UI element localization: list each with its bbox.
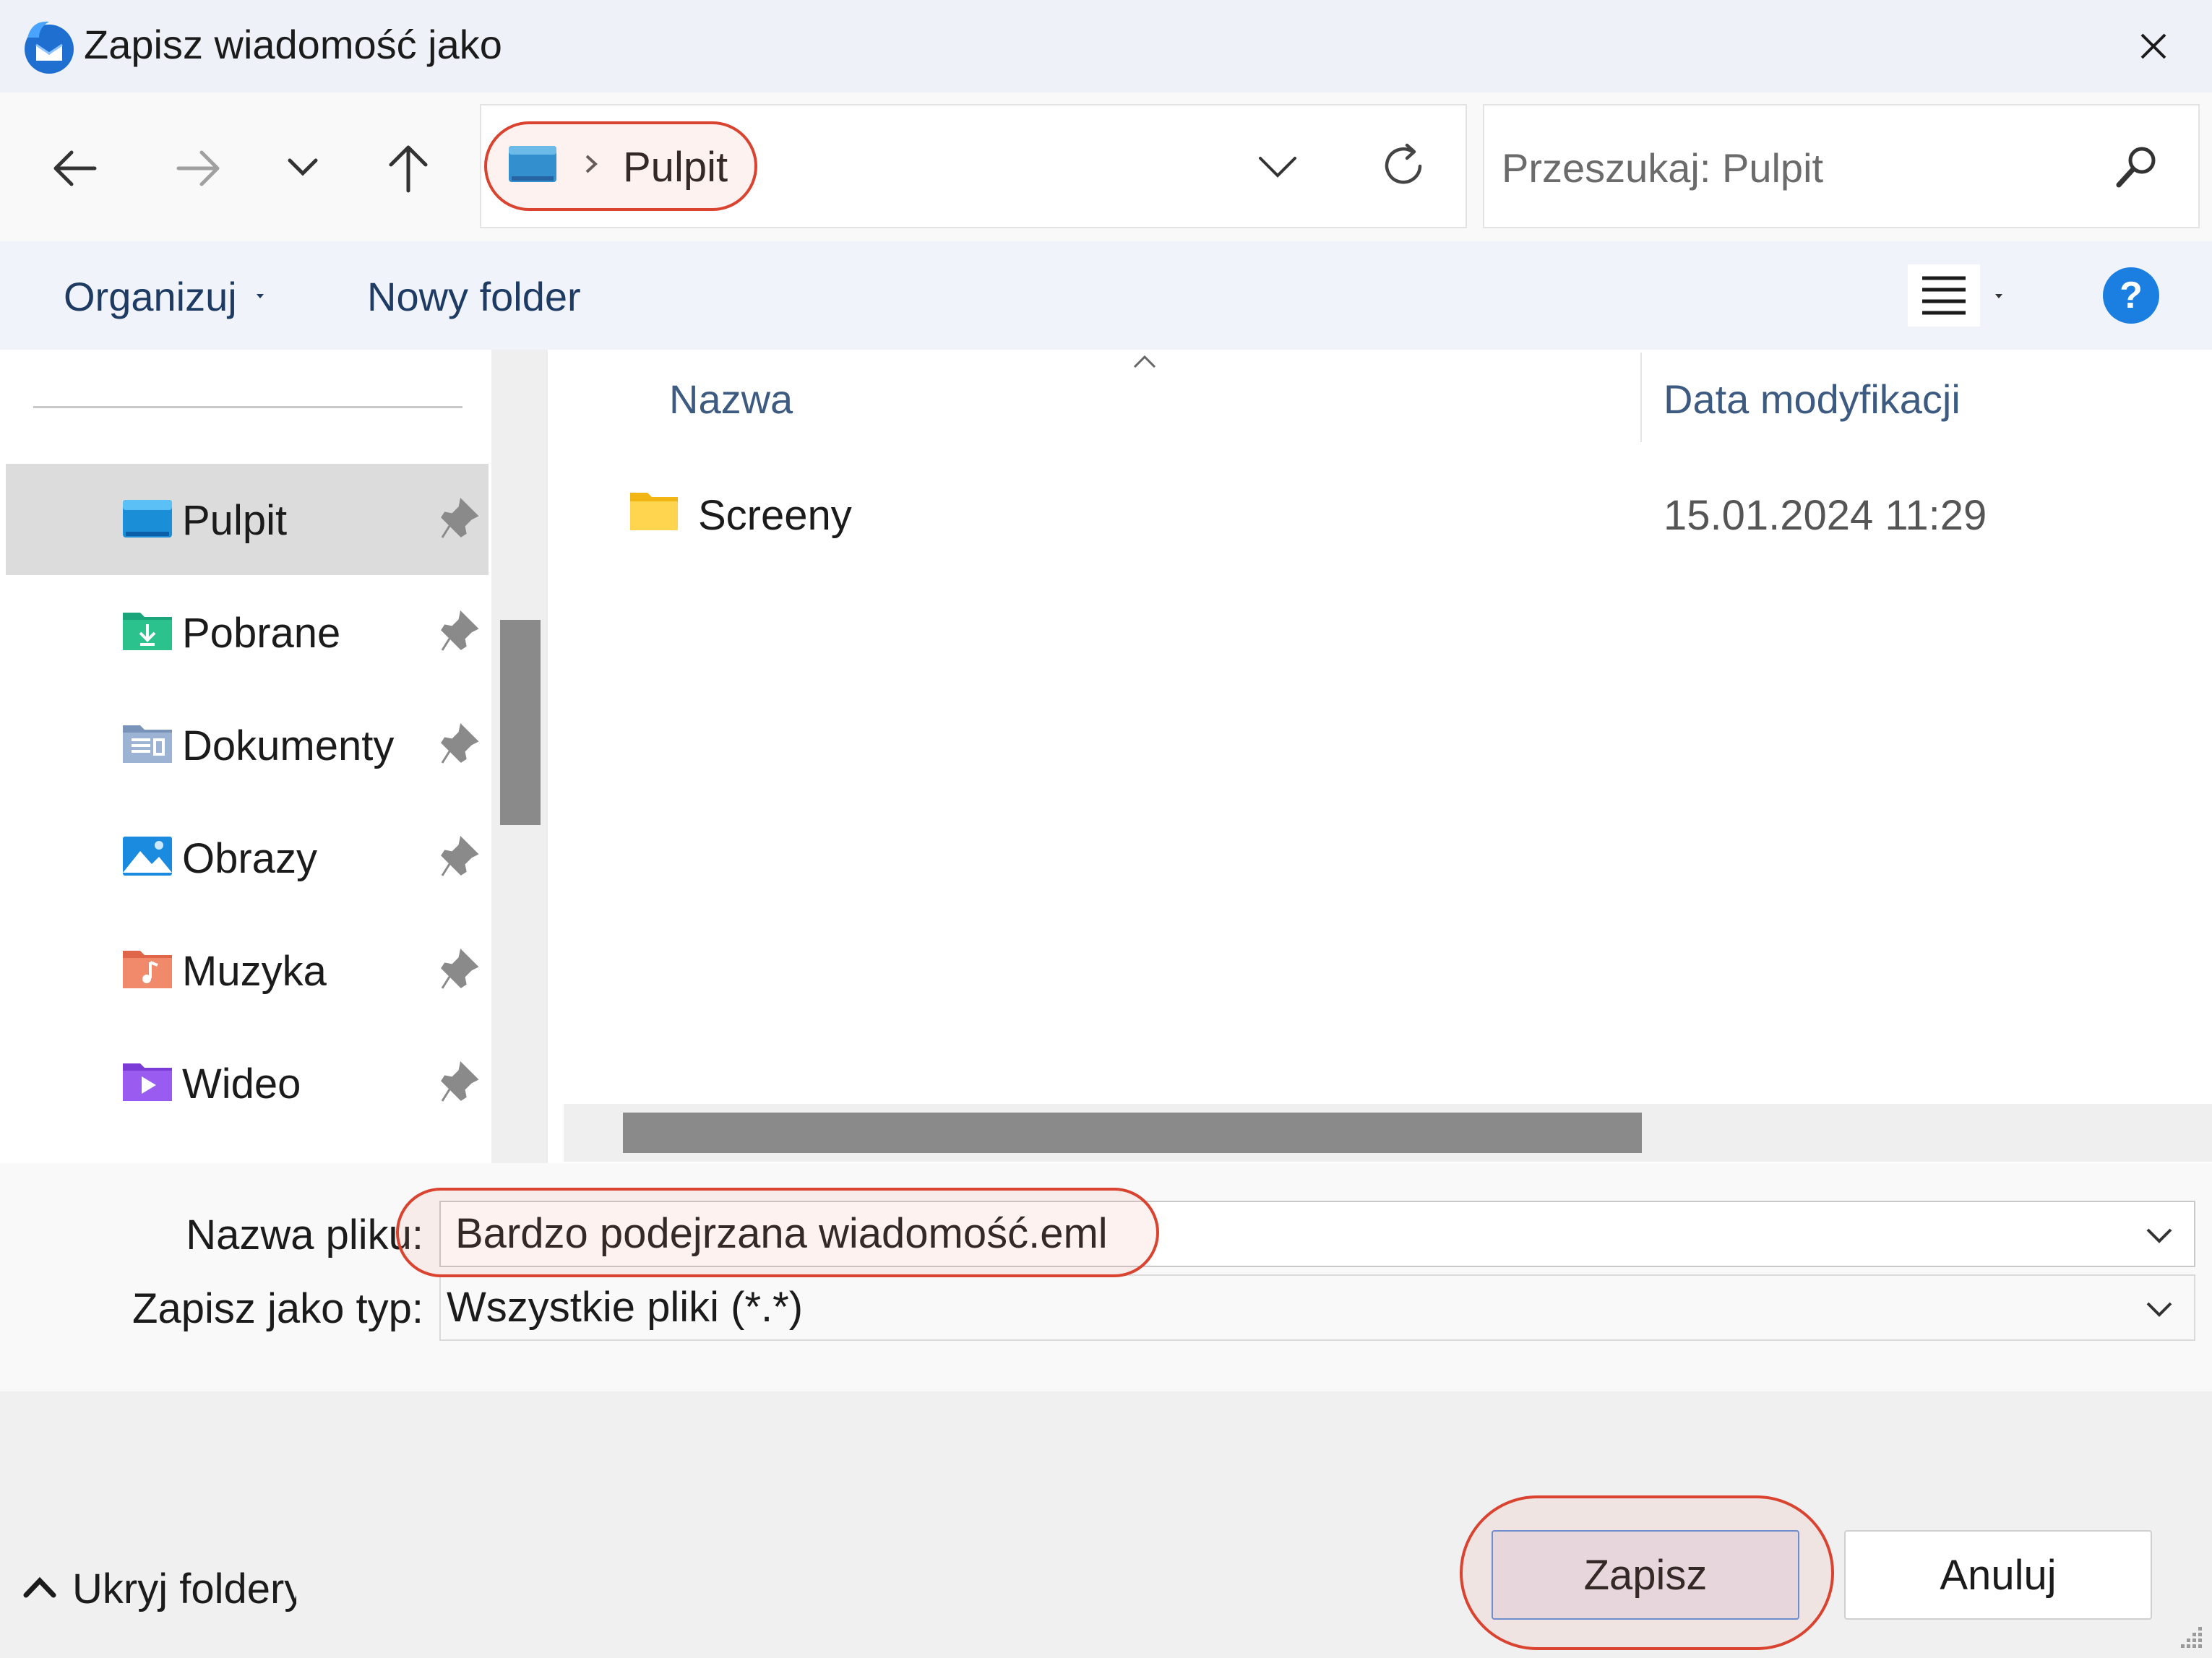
hide-folders-button[interactable]: Ukryj foldery bbox=[72, 1562, 296, 1617]
pin-icon[interactable] bbox=[439, 948, 480, 991]
chevron-down-icon bbox=[288, 158, 318, 176]
close-button[interactable] bbox=[2117, 14, 2190, 78]
resize-grip-icon[interactable] bbox=[2177, 1623, 2205, 1651]
refresh-button[interactable] bbox=[1373, 136, 1434, 197]
sidebar-item-obrazy[interactable]: Obrazy bbox=[6, 802, 489, 913]
filelist-hscrollbar-thumb[interactable] bbox=[623, 1113, 1642, 1153]
filename-value[interactable]: Bardzo podejrzana wiadomość.eml bbox=[455, 1209, 1108, 1258]
new-folder-button[interactable]: Nowy folder bbox=[367, 273, 581, 321]
breadcrumb-separator-icon bbox=[582, 153, 600, 175]
view-caret-icon[interactable] bbox=[1993, 290, 2005, 302]
caret-down-icon bbox=[254, 290, 266, 302]
arrow-left-icon bbox=[53, 150, 97, 186]
downloads-icon bbox=[121, 607, 173, 653]
nav-divider bbox=[33, 406, 462, 408]
chevron-down-icon[interactable] bbox=[2142, 1218, 2177, 1253]
sidebar-item-label: Pulpit bbox=[182, 497, 288, 544]
up-button[interactable] bbox=[377, 137, 439, 199]
sidebar-scrollbar-thumb[interactable] bbox=[500, 620, 541, 825]
sidebar-item-label: Wideo bbox=[182, 1061, 301, 1108]
filename-input[interactable]: Bardzo podejrzana wiadomość.eml bbox=[439, 1201, 2195, 1267]
sidebar-item-muzyka[interactable]: Muzyka bbox=[6, 915, 489, 1026]
pin-icon[interactable] bbox=[439, 835, 480, 878]
video-icon bbox=[121, 1058, 173, 1104]
column-separator[interactable] bbox=[1640, 353, 1642, 442]
arrow-up-icon bbox=[389, 145, 428, 193]
forward-button[interactable] bbox=[166, 137, 231, 199]
address-history-button[interactable] bbox=[1249, 142, 1307, 192]
chevron-down-icon bbox=[1259, 157, 1296, 178]
back-button[interactable] bbox=[42, 137, 107, 199]
desktop-icon bbox=[507, 144, 558, 185]
filetype-label: Zapisz jako typ: bbox=[132, 1285, 423, 1332]
command-bar bbox=[0, 241, 2212, 350]
search-placeholder: Przeszukaj: Pulpit bbox=[1502, 145, 1824, 191]
file-date: 15.01.2024 11:29 bbox=[1664, 492, 1987, 539]
sidebar-item-wideo[interactable]: Wideo bbox=[6, 1027, 489, 1139]
arrow-right-icon bbox=[176, 150, 220, 186]
pin-icon[interactable] bbox=[439, 497, 480, 540]
svg-text:?: ? bbox=[2120, 275, 2143, 316]
sidebar-item-dokumenty[interactable]: Dokumenty bbox=[6, 689, 489, 800]
sidebar-item-label: Muzyka bbox=[182, 948, 327, 995]
pane-splitter[interactable] bbox=[546, 350, 559, 1163]
sidebar-item-label: Dokumenty bbox=[182, 722, 395, 769]
refresh-icon bbox=[1385, 143, 1422, 184]
sidebar-item-pulpit[interactable]: Pulpit bbox=[6, 464, 489, 575]
save-button[interactable]: Zapisz bbox=[1492, 1530, 1799, 1620]
column-header-date[interactable]: Data modyfikacji bbox=[1664, 376, 1961, 423]
filename-label: Nazwa pliku: bbox=[186, 1212, 423, 1258]
pin-icon[interactable] bbox=[439, 722, 480, 766]
search-icon[interactable] bbox=[2112, 142, 2162, 192]
filetype-value[interactable]: Wszystkie pliki (*.*) bbox=[447, 1283, 803, 1332]
music-icon bbox=[121, 945, 173, 991]
filetype-select[interactable]: Wszystkie pliki (*.*) bbox=[439, 1274, 2195, 1341]
cancel-button[interactable]: Anuluj bbox=[1844, 1530, 2152, 1620]
sidebar-item-pobrane[interactable]: Pobrane bbox=[6, 577, 489, 688]
window-title: Zapisz wiadomość jako bbox=[84, 22, 502, 67]
view-options-button[interactable] bbox=[1908, 264, 1980, 327]
chevron-up-icon[interactable] bbox=[22, 1572, 58, 1601]
pictures-icon bbox=[121, 832, 173, 878]
pin-icon[interactable] bbox=[439, 610, 480, 653]
file-name[interactable]: Screeny bbox=[698, 491, 852, 540]
chevron-down-icon[interactable] bbox=[2142, 1292, 2177, 1326]
folder-icon bbox=[629, 488, 679, 533]
help-icon[interactable]: ? bbox=[2101, 266, 2161, 325]
pin-icon[interactable] bbox=[439, 1061, 480, 1104]
thunderbird-icon bbox=[17, 16, 78, 77]
recent-locations-button[interactable] bbox=[277, 142, 328, 194]
sidebar-item-label: Pobrane bbox=[182, 610, 341, 657]
sort-ascending-icon bbox=[1132, 354, 1158, 370]
sidebar-item-label: Obrazy bbox=[182, 835, 317, 882]
breadcrumb-current[interactable]: Pulpit bbox=[623, 143, 728, 192]
list-view-icon bbox=[1922, 276, 1966, 315]
documents-icon bbox=[121, 720, 173, 766]
close-icon bbox=[2140, 33, 2166, 59]
desktop-icon bbox=[121, 494, 173, 540]
column-header-name[interactable]: Nazwa bbox=[669, 376, 793, 423]
organize-button[interactable]: Organizuj bbox=[64, 273, 237, 321]
